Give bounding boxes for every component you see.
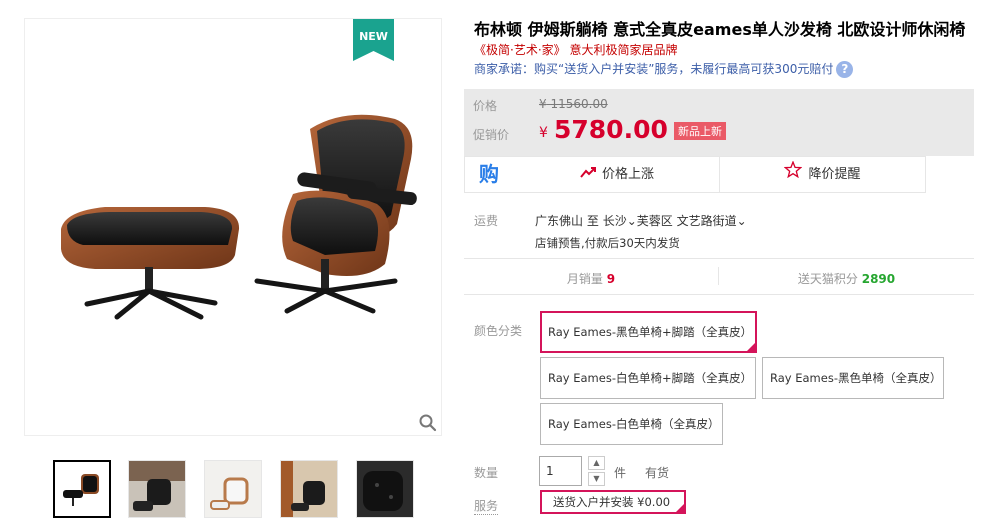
monthly-sales: 月销量 9 [464, 270, 718, 287]
quantity-input[interactable]: 1 [539, 456, 582, 486]
option-label: Ray Eames-黑色单椅（全真皮） [770, 371, 942, 385]
option-white-chair-ottoman[interactable]: Ray Eames-白色单椅+脚踏（全真皮） [540, 357, 756, 399]
tmall-points: 送天猫积分 2890 [719, 270, 974, 287]
buy-icon: 购 [465, 157, 513, 192]
option-label: Ray Eames-黑色单椅+脚踏（全真皮） [548, 325, 753, 339]
monthly-sales-value: 9 [606, 272, 616, 286]
option-black-chair[interactable]: Ray Eames-黑色单椅（全真皮） [762, 357, 944, 399]
shipping-route: 广东佛山 至 长沙⌄芙蓉区 文艺路街道⌄ [535, 212, 747, 229]
chevron-down-icon: ⌄ [626, 214, 637, 228]
star-icon [784, 157, 803, 192]
thumbnail-1[interactable] [53, 460, 111, 518]
original-price-value: 11560.00 [550, 97, 608, 111]
chevron-down-icon: ⌄ [736, 214, 747, 228]
new-badge: NEW [353, 19, 394, 61]
original-price: ¥ 11560.00 [539, 97, 608, 111]
quantity-increase-button[interactable]: ▲ [588, 456, 605, 470]
price-action-bar: 购 价格上涨 降价提醒 [464, 156, 926, 193]
promo-label: 促销价 [473, 128, 510, 142]
price-panel: 价格 ¥ 11560.00 促销价 ¥ 5780.00 新品上新 [464, 89, 974, 156]
brand-subtitle[interactable]: 《极简·艺术·家》 意大利极简家居品牌 [474, 41, 677, 58]
thumbnail-4[interactable] [280, 460, 338, 518]
monthly-sales-label: 月销量 [566, 272, 603, 286]
price-label: 价格 [473, 99, 498, 113]
color-option-label: 颜色分类 [474, 324, 523, 338]
quantity-unit: 件 [614, 466, 627, 480]
new-badge-label: NEW [359, 30, 388, 43]
shipping-note: 店铺预售,付款后30天内发货 [535, 236, 680, 250]
tmall-points-value: 2890 [861, 272, 896, 286]
merchant-promise: 商家承诺：购买“送货入户并安装”服务，未履行最高可获300元赔付? [474, 60, 854, 78]
shipping-label: 运费 [474, 214, 499, 228]
price-drop-reminder-button[interactable]: 降价提醒 [720, 157, 925, 192]
tmall-points-label: 送天猫积分 [797, 272, 858, 286]
buy-icon-glyph: 购 [479, 162, 499, 186]
quantity-decrease-button[interactable]: ▼ [588, 472, 605, 486]
shipping-street: 文艺路街道 [676, 214, 737, 228]
promo-price: 5780.00 [554, 115, 668, 144]
product-title: 布林顿 伊姆斯躺椅 意式全真皮eames单人沙发椅 北欧设计师休闲椅 [474, 20, 966, 39]
stock-status: 有货 [645, 466, 670, 480]
service-install-label: 送货入户并安装 ¥0.00 [553, 495, 671, 509]
shipping-district: 芙蓉区 [636, 214, 673, 228]
price-drop-reminder-label: 降价提醒 [808, 167, 861, 182]
lounge-chair-illustration [61, 114, 417, 320]
quantity-label: 数量 [474, 466, 499, 480]
trend-up-icon [580, 157, 596, 192]
service-label: 服务 [474, 499, 499, 515]
question-icon[interactable]: ? [836, 61, 854, 78]
shipping-to: 至 [586, 214, 599, 228]
option-white-chair[interactable]: Ray Eames-白色单椅（全真皮） [540, 403, 723, 445]
product-main-image[interactable] [24, 18, 442, 436]
new-arrival-tag: 新品上新 [674, 122, 726, 140]
service-install-option[interactable]: 送货入户并安装 ¥0.00 [540, 490, 686, 514]
price-up-button[interactable]: 价格上涨 [515, 157, 719, 192]
selected-check-icon [747, 343, 755, 351]
thumbnail-3[interactable] [204, 460, 262, 518]
shipping-destination-selector[interactable]: 长沙⌄芙蓉区 文艺路街道⌄ [603, 214, 747, 228]
shipping-city: 长沙 [602, 214, 627, 228]
original-currency: ¥ [539, 97, 547, 111]
merchant-promise-text: 商家承诺：购买“送货入户并安装”服务，未履行最高可获300元赔付 [474, 62, 834, 76]
option-black-chair-ottoman[interactable]: Ray Eames-黑色单椅+脚踏（全真皮） [540, 311, 757, 353]
thumbnail-5[interactable] [356, 460, 414, 518]
price-up-label: 价格上涨 [601, 167, 654, 182]
magnifier-icon[interactable] [419, 414, 437, 432]
promo-currency: ¥ [539, 125, 548, 141]
option-label: Ray Eames-白色单椅+脚踏（全真皮） [548, 371, 753, 385]
thumbnail-2[interactable] [128, 460, 186, 518]
shipping-origin: 广东佛山 [535, 214, 584, 228]
option-label: Ray Eames-白色单椅（全真皮） [548, 417, 720, 431]
selected-check-icon [676, 504, 684, 512]
